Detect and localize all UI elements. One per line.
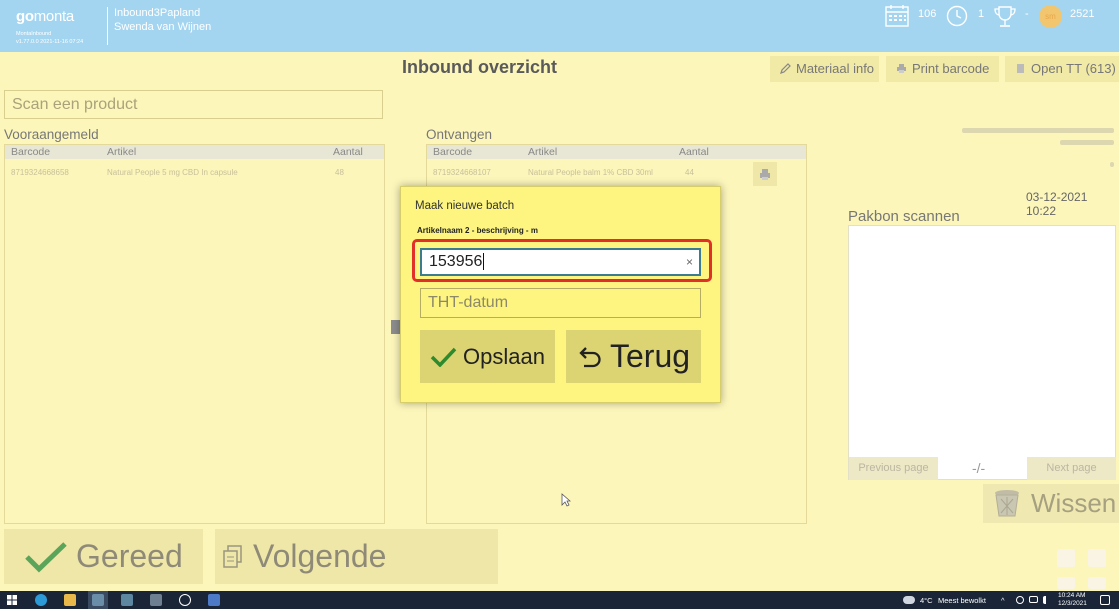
- column-aantal: Aantal: [333, 146, 363, 158]
- clear-icon[interactable]: ×: [686, 250, 693, 274]
- current-date: 03-12-2021 10:22: [1026, 190, 1088, 218]
- gereed-button[interactable]: Gereed: [4, 529, 203, 584]
- windows-taskbar: 4°C Meest bewolkt ^ 10:24 AM 12/3/2021: [0, 591, 1119, 609]
- mouse-cursor-icon: [561, 493, 571, 507]
- wissen-button[interactable]: Wissen: [983, 484, 1119, 523]
- tht-date-input[interactable]: THT-datum: [420, 288, 701, 318]
- volgende-pakbon-button[interactable]: Volgende pakbon: [215, 529, 498, 609]
- app-icon[interactable]: [121, 594, 133, 606]
- clock-app-icon[interactable]: [179, 594, 191, 606]
- dialog-article-name: Artikelnaam 2 - beschrijving - m: [417, 226, 538, 235]
- user-name: Swenda van Wijnen: [114, 21, 212, 33]
- pencil-icon: [780, 63, 791, 74]
- column-barcode: Barcode: [11, 146, 51, 158]
- coin-icon: sm: [1039, 5, 1062, 28]
- row-aantal[interactable]: 48: [335, 168, 344, 177]
- column-barcode: Barcode: [433, 146, 473, 158]
- ontvangen-title: Ontvangen: [426, 127, 493, 142]
- vooraangemeld-table: Barcode Artikel Aantal 8719324668658 Nat…: [4, 144, 385, 524]
- page-indicator: -/-: [972, 460, 986, 476]
- panel-splitter[interactable]: [391, 320, 400, 334]
- printer-icon: [897, 64, 906, 73]
- cloud-icon: [903, 596, 915, 604]
- text-caret: [483, 253, 485, 271]
- network-icon[interactable]: [1016, 596, 1024, 604]
- calculator-icon[interactable]: [150, 594, 162, 606]
- table-header: Barcode Artikel Aantal: [427, 145, 806, 159]
- chevron-up-icon[interactable]: ^: [1001, 596, 1005, 605]
- location-name: Inbound3Papland: [114, 7, 201, 19]
- column-aantal: Aantal: [679, 146, 709, 158]
- calendar-count: 106: [918, 8, 937, 20]
- header-divider: [107, 7, 108, 45]
- document-icon: [1017, 64, 1024, 73]
- file-explorer-icon[interactable]: [64, 594, 76, 606]
- windows-start-icon[interactable]: [7, 595, 17, 605]
- row-barcode[interactable]: 8719324668658: [11, 168, 69, 177]
- grid-tile[interactable]: [1088, 577, 1106, 589]
- inbound-app-icon[interactable]: [92, 594, 104, 606]
- row-artikel[interactable]: Natural People balm 1% CBD 30ml: [528, 168, 653, 177]
- checkmark-icon: [25, 542, 67, 573]
- print-barcode-button[interactable]: Print barcode: [886, 56, 999, 82]
- grid-tile[interactable]: [1057, 577, 1075, 589]
- weather-text: Meest bewolkt: [938, 596, 986, 605]
- grid-tile[interactable]: [1057, 549, 1075, 567]
- trophy-icon: [994, 6, 1016, 27]
- document-copy-icon: [223, 545, 242, 568]
- user-info: Inbound3Papland Swenda van Wijnen: [114, 6, 211, 34]
- speaker-icon[interactable]: [1043, 596, 1051, 604]
- opslaan-button[interactable]: Opslaan: [420, 330, 555, 383]
- open-tt-button[interactable]: Open TT (613): [1005, 56, 1119, 82]
- scan-product-input[interactable]: Scan een product: [4, 90, 383, 119]
- grid-tile[interactable]: [1088, 549, 1106, 567]
- checkmark-icon: [430, 347, 457, 367]
- dialog-title: Maak nieuwe batch: [415, 200, 515, 212]
- row-aantal[interactable]: 44: [685, 168, 694, 177]
- pakbon-viewer: [848, 225, 1116, 480]
- previous-page-button[interactable]: Previous page: [849, 457, 938, 480]
- terug-button[interactable]: Terug: [566, 330, 701, 383]
- row-artikel[interactable]: Natural People 5 mg CBD In capsule: [107, 168, 238, 177]
- row-barcode[interactable]: 8719324668107: [433, 168, 491, 177]
- column-artikel: Artikel: [528, 146, 558, 158]
- pakbon-title: Pakbon scannen: [848, 208, 960, 225]
- trophy-count: -: [1025, 8, 1029, 20]
- clock-count: 1: [978, 8, 985, 20]
- taskbar-clock[interactable]: 10:24 AM 12/3/2021: [1058, 592, 1087, 608]
- vooraangemeld-title: Vooraangemeld: [4, 127, 99, 142]
- trash-icon: [995, 490, 1019, 517]
- printer-icon: [760, 169, 770, 180]
- column-artikel: Artikel: [107, 146, 137, 158]
- print-row-button[interactable]: [753, 162, 777, 186]
- page-title: Inbound overzicht: [402, 57, 557, 77]
- customer-info: [960, 126, 1116, 167]
- next-page-button[interactable]: Next page: [1027, 457, 1116, 480]
- gomonta-logo: gomonta: [16, 8, 74, 25]
- calendar-icon: [885, 5, 909, 27]
- batch-number-input[interactable]: 153956 ×: [420, 248, 701, 276]
- app-version: MontaInbound v1.77.0.0 2021-11-16 07:24: [16, 31, 84, 45]
- notification-icon[interactable]: [1100, 595, 1110, 605]
- new-batch-dialog: Maak nieuwe batch Artikelnaam 2 - beschr…: [400, 186, 721, 403]
- app-header: gomonta MontaInbound v1.77.0.0 2021-11-1…: [0, 0, 1119, 52]
- display-icon[interactable]: [1029, 596, 1038, 603]
- table-header: Barcode Artikel Aantal: [5, 145, 384, 159]
- score-count: 2521: [1070, 8, 1095, 20]
- edge-browser-icon[interactable]: [35, 594, 47, 606]
- remote-desktop-icon[interactable]: [208, 594, 220, 606]
- materiaal-info-button[interactable]: Materiaal info: [770, 56, 879, 82]
- undo-icon: [579, 347, 601, 368]
- clock-icon: [946, 5, 968, 27]
- weather-temp: 4°C: [920, 596, 933, 605]
